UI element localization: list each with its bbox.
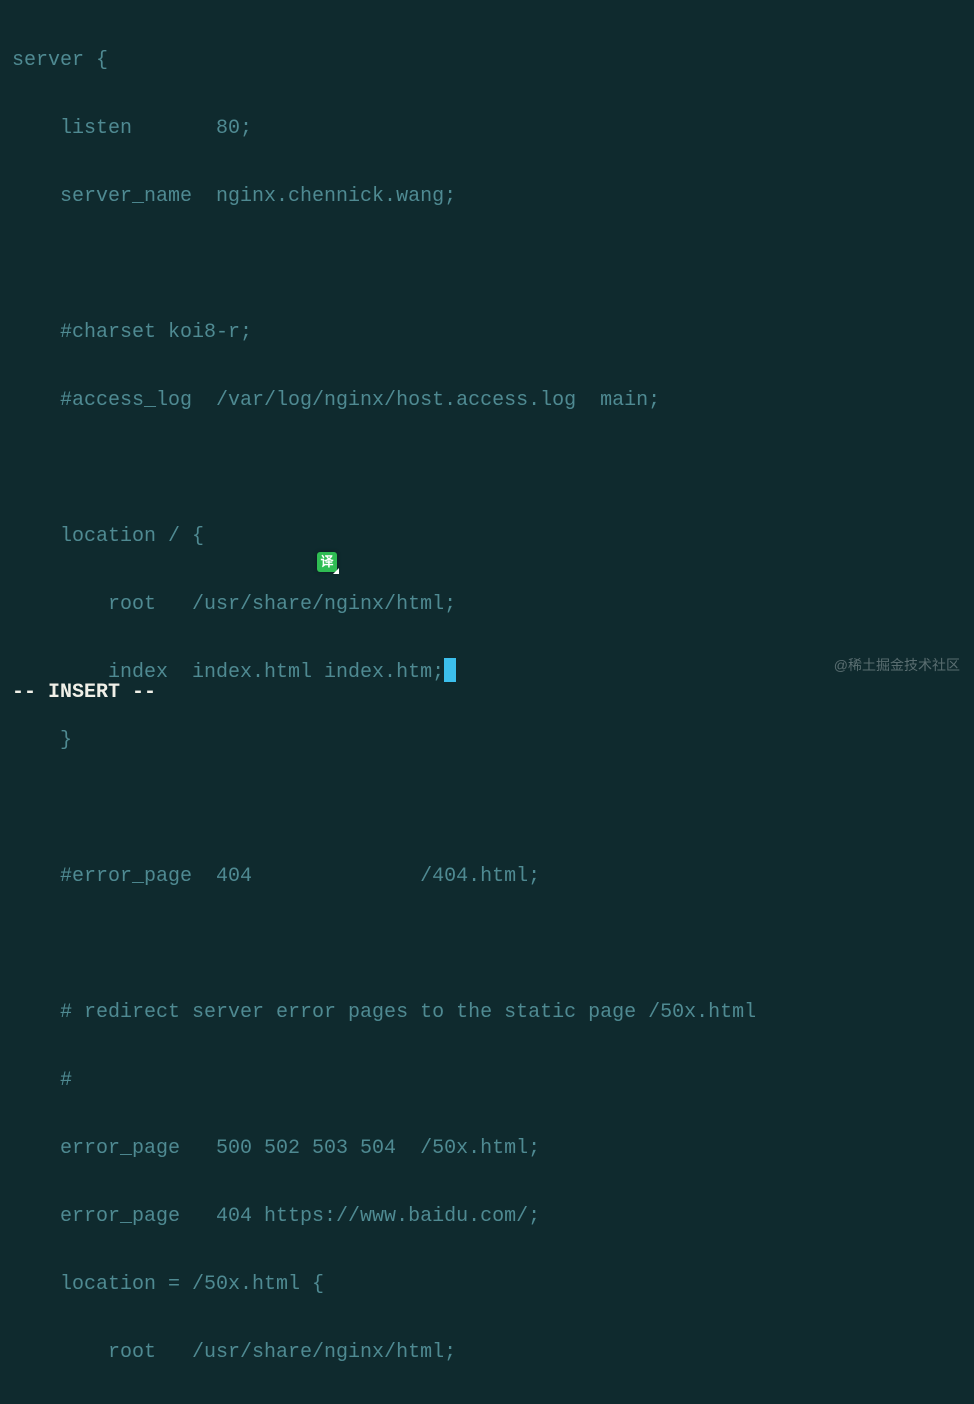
code-line: # — [12, 1064, 974, 1098]
code-line: server_name nginx.chennick.wang; — [12, 180, 974, 214]
code-line: # redirect server error pages to the sta… — [12, 996, 974, 1030]
code-line-cursor: index index.html index.htm; — [12, 656, 974, 690]
code-line: error_page 500 502 503 504 /50x.html; — [12, 1132, 974, 1166]
code-line — [12, 792, 974, 826]
code-line — [12, 248, 974, 282]
translate-icon[interactable]: 译 — [317, 552, 337, 572]
code-line: } — [12, 724, 974, 758]
vim-mode-status: -- INSERT -- — [12, 676, 156, 710]
code-line: location = /50x.html { — [12, 1268, 974, 1302]
code-line: #charset koi8-r; — [12, 316, 974, 350]
code-line: location / { — [12, 520, 974, 554]
code-line: root /usr/share/nginx/html; — [12, 1336, 974, 1370]
code-line — [12, 928, 974, 962]
text-cursor — [444, 658, 456, 682]
code-line: root /usr/share/nginx/html; — [12, 588, 974, 622]
code-line: listen 80; — [12, 112, 974, 146]
code-line: #error_page 404 /404.html; — [12, 860, 974, 894]
watermark-text: @稀土掘金技术社区 — [834, 648, 960, 682]
code-line — [12, 452, 974, 486]
code-line: server { — [12, 44, 974, 78]
code-line: error_page 404 https://www.baidu.com/; — [12, 1200, 974, 1234]
code-line: #access_log /var/log/nginx/host.access.l… — [12, 384, 974, 418]
